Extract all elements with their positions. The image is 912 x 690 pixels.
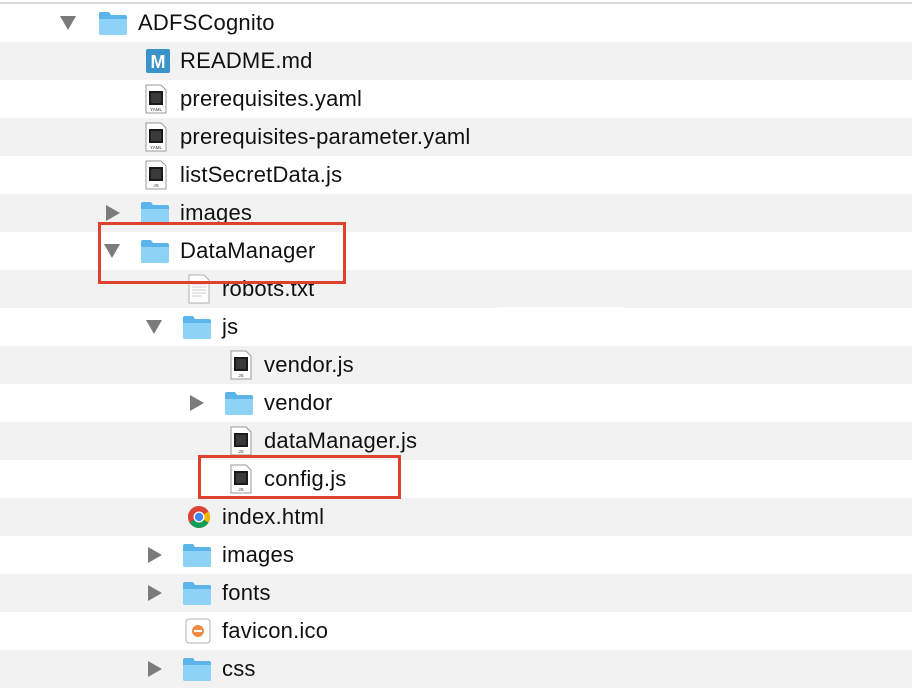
svg-text:YAML: YAML [150, 145, 162, 150]
tree-row-adfscognito[interactable]: ADFSCognito [0, 4, 912, 42]
tree-row-vendor-js[interactable]: JS vendor.js [0, 346, 912, 384]
tree-row-prerequisites-yaml[interactable]: YAML prerequisites.yaml [0, 80, 912, 118]
folder-icon [183, 658, 211, 681]
tree-row-readme[interactable]: M README.md [0, 42, 912, 80]
folder-icon [225, 392, 253, 415]
tree-row-label: prerequisites.yaml [180, 86, 363, 111]
ico-file-icon [185, 618, 211, 644]
folder-icon [183, 582, 211, 605]
chrome-icon [188, 506, 210, 528]
tree-row-images[interactable]: images [0, 536, 912, 574]
tree-row-label: README.md [180, 48, 313, 73]
tree-row-listsecretdata-js[interactable]: JS listSecretData.js [0, 156, 912, 194]
tree-row-js[interactable]: js [0, 308, 912, 346]
disclosure-expanded-icon[interactable] [60, 16, 76, 30]
tree-row-prerequisites-parameter-yaml[interactable]: YAML prerequisites-parameter.yaml [0, 118, 912, 156]
tree-row-label: vendor [264, 390, 333, 415]
tree-row-label: images [222, 542, 295, 567]
tree-row-label: vendor.js [264, 352, 354, 377]
tree-row-label: js [222, 314, 239, 339]
highlight-box-datamanager [98, 222, 346, 284]
tree-row-vendor[interactable]: vendor [0, 384, 912, 422]
tree-row-datamanager-js[interactable]: JS dataManager.js [0, 422, 912, 460]
disclosure-collapsed-icon[interactable] [190, 395, 204, 411]
yaml-file-icon: YAML [145, 84, 167, 114]
svg-text:M: M [151, 52, 166, 72]
tree-row-label: ADFSCognito [138, 10, 275, 35]
blank-patch [497, 307, 625, 323]
yaml-file-icon: YAML [145, 122, 167, 152]
tree-row-config-js[interactable]: JS config.js [0, 460, 912, 498]
disclosure-collapsed-icon[interactable] [148, 547, 162, 563]
js-file-icon: JS [230, 350, 252, 380]
js-file-icon: JS [230, 426, 252, 456]
folder-icon [99, 12, 127, 35]
disclosure-collapsed-icon[interactable] [148, 585, 162, 601]
js-file-icon: JS [145, 160, 167, 190]
folder-icon [183, 544, 211, 567]
svg-text:JS: JS [153, 183, 158, 188]
tree-row-label: index.html [222, 504, 325, 529]
folder-icon [183, 316, 211, 339]
svg-text:JS: JS [238, 449, 243, 454]
tree-row-label: listSecretData.js [180, 162, 343, 187]
tree-row-index-html[interactable]: index.html [0, 498, 912, 536]
disclosure-collapsed-icon[interactable] [106, 205, 120, 221]
tree-row-label: fonts [222, 580, 271, 605]
svg-text:YAML: YAML [150, 107, 162, 112]
disclosure-expanded-icon[interactable] [146, 320, 162, 334]
tree-row-label: dataManager.js [264, 428, 418, 453]
tree-row-label: prerequisites-parameter.yaml [180, 124, 471, 149]
tree-row-fonts[interactable]: fonts [0, 574, 912, 612]
highlight-box-config-js [198, 455, 401, 499]
tree-row-label: favicon.ico [222, 618, 329, 643]
markdown-file-icon: M [146, 49, 170, 73]
tree-row-css[interactable]: css [0, 650, 912, 688]
file-tree: ADFSCognito M README.md YAML prerequisit… [0, 4, 912, 688]
disclosure-collapsed-icon[interactable] [148, 661, 162, 677]
tree-row-favicon-ico[interactable]: favicon.ico [0, 612, 912, 650]
tree-row-label: css [222, 656, 256, 681]
svg-text:JS: JS [238, 373, 243, 378]
